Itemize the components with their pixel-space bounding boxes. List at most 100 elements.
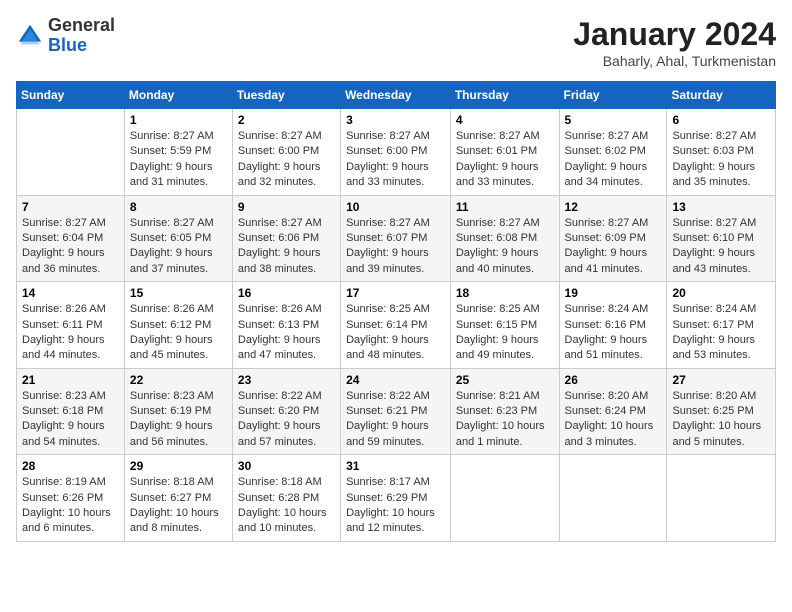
calendar-cell — [559, 455, 667, 542]
day-number: 15 — [130, 286, 227, 300]
day-number: 3 — [346, 113, 445, 127]
day-number: 17 — [346, 286, 445, 300]
day-number: 11 — [456, 200, 554, 214]
day-info: Sunrise: 8:23 AMSunset: 6:19 PMDaylight:… — [130, 389, 227, 451]
day-number: 14 — [22, 286, 119, 300]
day-info: Sunrise: 8:22 AMSunset: 6:20 PMDaylight:… — [238, 389, 335, 451]
day-info: Sunrise: 8:27 AMSunset: 6:10 PMDaylight:… — [672, 216, 770, 278]
calendar-cell — [667, 455, 776, 542]
day-number: 24 — [346, 373, 445, 387]
calendar-cell: 2 Sunrise: 8:27 AMSunset: 6:00 PMDaylight… — [232, 109, 340, 196]
day-number: 20 — [672, 286, 770, 300]
day-info: Sunrise: 8:27 AMSunset: 6:01 PMDaylight:… — [456, 129, 554, 191]
calendar-cell: 31Sunrise: 8:17 AMSunset: 6:29 PMDayligh… — [341, 455, 451, 542]
day-number: 29 — [130, 459, 227, 473]
calendar-cell: 16 Sunrise: 8:26 AMSunset: 6:13 PMDayligh… — [232, 282, 340, 369]
day-number: 1 — [130, 113, 227, 127]
calendar-cell: 4Sunrise: 8:27 AMSunset: 6:01 PMDaylight… — [450, 109, 559, 196]
day-info: Sunrise: 8:17 AMSunset: 6:29 PMDaylight:… — [346, 475, 445, 537]
day-info: Sunrise: 8:27 AMSunset: 6:02 PMDaylight:… — [565, 129, 662, 191]
calendar-cell: 20 Sunrise: 8:24 AMSunset: 6:17 PMDayligh… — [667, 282, 776, 369]
title-block: January 2024 Baharly, Ahal, Turkmenistan — [573, 16, 776, 69]
logo-text: General Blue — [48, 16, 115, 56]
calendar-cell: 13 Sunrise: 8:27 AMSunset: 6:10 PMDayligh… — [667, 195, 776, 282]
location-subtitle: Baharly, Ahal, Turkmenistan — [573, 53, 776, 69]
day-info: Sunrise: 8:27 AMSunset: 6:06 PMDaylight:… — [238, 216, 335, 278]
day-number: 6 — [672, 113, 770, 127]
day-info: Sunrise: 8:27 AMSunset: 5:59 PMDaylight:… — [130, 129, 227, 191]
calendar-cell: 24 Sunrise: 8:22 AMSunset: 6:21 PMDayligh… — [341, 368, 451, 455]
calendar-week-row: 21 Sunrise: 8:23 AMSunset: 6:18 PMDayligh… — [17, 368, 776, 455]
day-info: Sunrise: 8:27 AMSunset: 6:09 PMDaylight:… — [565, 216, 662, 278]
day-number: 7 — [22, 200, 119, 214]
day-info: Sunrise: 8:21 AMSunset: 6:23 PMDaylight:… — [456, 389, 554, 451]
calendar-cell — [450, 455, 559, 542]
day-info: Sunrise: 8:23 AMSunset: 6:18 PMDaylight:… — [22, 389, 119, 451]
logo-icon — [16, 22, 44, 50]
calendar-cell: 28Sunrise: 8:19 AMSunset: 6:26 PMDayligh… — [17, 455, 125, 542]
weekday-header: Sunday — [17, 82, 125, 109]
day-info: Sunrise: 8:26 AMSunset: 6:11 PMDaylight:… — [22, 302, 119, 364]
day-info: Sunrise: 8:20 AMSunset: 6:24 PMDaylight:… — [565, 389, 662, 451]
page-header: General Blue January 2024 Baharly, Ahal,… — [16, 16, 776, 69]
day-number: 5 — [565, 113, 662, 127]
day-info: Sunrise: 8:27 AMSunset: 6:08 PMDaylight:… — [456, 216, 554, 278]
calendar-cell: 9 Sunrise: 8:27 AMSunset: 6:06 PMDaylight… — [232, 195, 340, 282]
calendar-cell: 3Sunrise: 8:27 AMSunset: 6:00 PMDaylight… — [341, 109, 451, 196]
calendar-cell: 25 Sunrise: 8:21 AMSunset: 6:23 PMDayligh… — [450, 368, 559, 455]
calendar-cell — [17, 109, 125, 196]
calendar-cell: 6Sunrise: 8:27 AMSunset: 6:03 PMDaylight… — [667, 109, 776, 196]
calendar-week-row: 14 Sunrise: 8:26 AMSunset: 6:11 PMDayligh… — [17, 282, 776, 369]
calendar-cell: 17 Sunrise: 8:25 AMSunset: 6:14 PMDayligh… — [341, 282, 451, 369]
day-number: 26 — [565, 373, 662, 387]
weekday-header: Friday — [559, 82, 667, 109]
day-info: Sunrise: 8:24 AMSunset: 6:17 PMDaylight:… — [672, 302, 770, 364]
day-info: Sunrise: 8:18 AMSunset: 6:28 PMDaylight:… — [238, 475, 335, 537]
day-info: Sunrise: 8:22 AMSunset: 6:21 PMDaylight:… — [346, 389, 445, 451]
weekday-header: Wednesday — [341, 82, 451, 109]
day-info: Sunrise: 8:26 AMSunset: 6:13 PMDaylight:… — [238, 302, 335, 364]
day-number: 18 — [456, 286, 554, 300]
day-info: Sunrise: 8:27 AMSunset: 6:04 PMDaylight:… — [22, 216, 119, 278]
day-info: Sunrise: 8:25 AMSunset: 6:14 PMDaylight:… — [346, 302, 445, 364]
weekday-header: Thursday — [450, 82, 559, 109]
logo: General Blue — [16, 16, 115, 56]
weekday-header: Saturday — [667, 82, 776, 109]
day-info: Sunrise: 8:26 AMSunset: 6:12 PMDaylight:… — [130, 302, 227, 364]
calendar-cell: 27Sunrise: 8:20 AMSunset: 6:25 PMDayligh… — [667, 368, 776, 455]
day-info: Sunrise: 8:19 AMSunset: 6:26 PMDaylight:… — [22, 475, 119, 537]
day-number: 27 — [672, 373, 770, 387]
calendar-cell: 29Sunrise: 8:18 AMSunset: 6:27 PMDayligh… — [124, 455, 232, 542]
day-number: 13 — [672, 200, 770, 214]
calendar-cell: 18Sunrise: 8:25 AMSunset: 6:15 PMDayligh… — [450, 282, 559, 369]
calendar-cell: 30 Sunrise: 8:18 AMSunset: 6:28 PMDayligh… — [232, 455, 340, 542]
calendar-table: SundayMondayTuesdayWednesdayThursdayFrid… — [16, 81, 776, 542]
day-info: Sunrise: 8:27 AMSunset: 6:05 PMDaylight:… — [130, 216, 227, 278]
calendar-cell: 15 Sunrise: 8:26 AMSunset: 6:12 PMDayligh… — [124, 282, 232, 369]
day-number: 9 — [238, 200, 335, 214]
calendar-cell: 5 Sunrise: 8:27 AMSunset: 6:02 PMDaylight… — [559, 109, 667, 196]
calendar-cell: 7 Sunrise: 8:27 AMSunset: 6:04 PMDaylight… — [17, 195, 125, 282]
calendar-cell: 11 Sunrise: 8:27 AMSunset: 6:08 PMDayligh… — [450, 195, 559, 282]
day-info: Sunrise: 8:27 AMSunset: 6:00 PMDaylight:… — [238, 129, 335, 191]
calendar-cell: 19Sunrise: 8:24 AMSunset: 6:16 PMDayligh… — [559, 282, 667, 369]
day-number: 2 — [238, 113, 335, 127]
day-info: Sunrise: 8:27 AMSunset: 6:07 PMDaylight:… — [346, 216, 445, 278]
calendar-cell: 22 Sunrise: 8:23 AMSunset: 6:19 PMDayligh… — [124, 368, 232, 455]
calendar-cell: 12Sunrise: 8:27 AMSunset: 6:09 PMDayligh… — [559, 195, 667, 282]
calendar-cell: 26 Sunrise: 8:20 AMSunset: 6:24 PMDayligh… — [559, 368, 667, 455]
calendar-cell: 1 Sunrise: 8:27 AMSunset: 5:59 PMDaylight… — [124, 109, 232, 196]
day-number: 19 — [565, 286, 662, 300]
day-number: 8 — [130, 200, 227, 214]
calendar-week-row: 7 Sunrise: 8:27 AMSunset: 6:04 PMDaylight… — [17, 195, 776, 282]
calendar-cell: 21 Sunrise: 8:23 AMSunset: 6:18 PMDayligh… — [17, 368, 125, 455]
day-number: 30 — [238, 459, 335, 473]
day-number: 22 — [130, 373, 227, 387]
day-number: 25 — [456, 373, 554, 387]
day-number: 23 — [238, 373, 335, 387]
calendar-cell: 14 Sunrise: 8:26 AMSunset: 6:11 PMDayligh… — [17, 282, 125, 369]
day-number: 16 — [238, 286, 335, 300]
day-number: 21 — [22, 373, 119, 387]
weekday-header: Monday — [124, 82, 232, 109]
calendar-cell: 23 Sunrise: 8:22 AMSunset: 6:20 PMDayligh… — [232, 368, 340, 455]
